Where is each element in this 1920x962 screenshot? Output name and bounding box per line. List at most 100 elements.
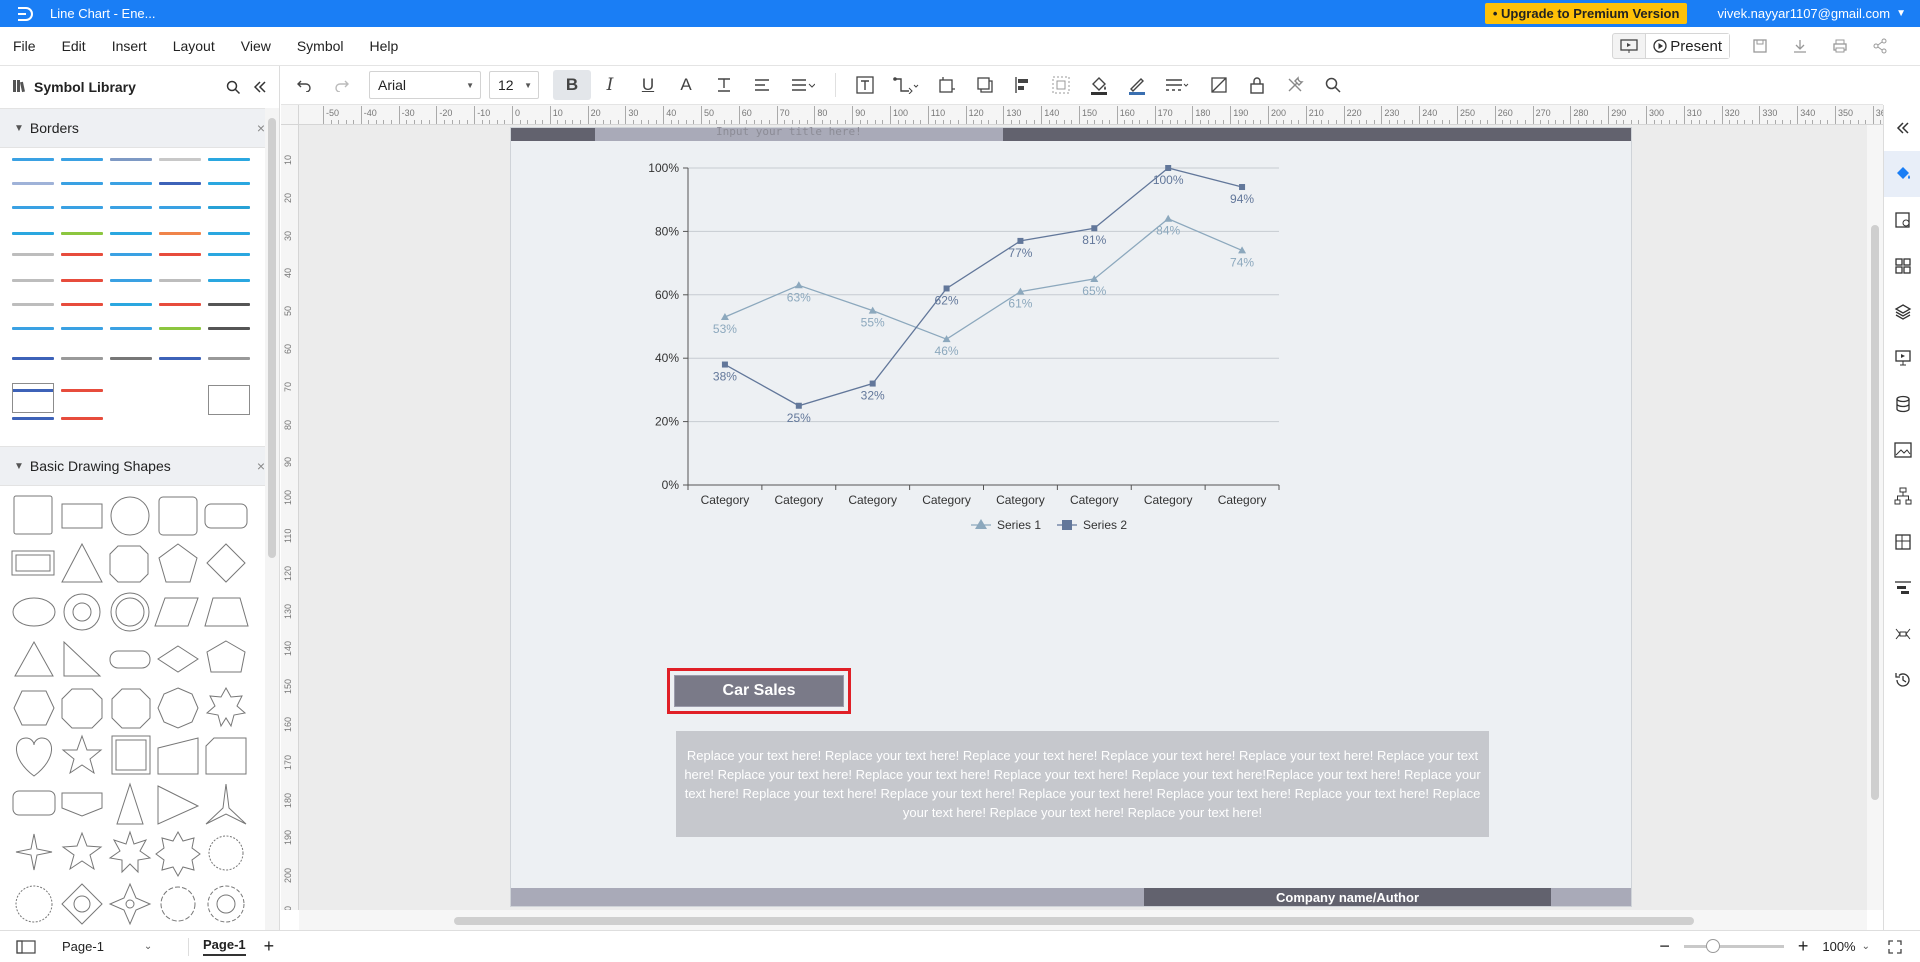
app-logo-icon[interactable] <box>10 0 40 27</box>
close-icon[interactable]: × <box>257 120 265 136</box>
italic-icon[interactable]: I <box>591 70 629 100</box>
menu-insert[interactable]: Insert <box>99 38 160 54</box>
menu-layout[interactable]: Layout <box>160 38 228 54</box>
font-color-icon[interactable]: A <box>667 70 705 100</box>
border-symbol[interactable] <box>12 357 54 360</box>
close-icon[interactable]: × <box>257 458 265 474</box>
table-icon[interactable] <box>1884 519 1920 565</box>
history-icon[interactable] <box>1884 657 1920 703</box>
border-symbol[interactable] <box>12 279 54 282</box>
border-symbol[interactable] <box>12 158 54 161</box>
download-icon[interactable] <box>1780 33 1820 59</box>
page-sheet[interactable]: Input your title here! 0% 20% 40% 60% 80% 100… <box>510 125 1633 907</box>
line-chart[interactable]: 0% 20% 40% 60% 80% 100% Category Category Catego… <box>511 128 1633 648</box>
border-symbol[interactable] <box>110 303 152 306</box>
border-symbol[interactable] <box>110 357 152 360</box>
border-symbol[interactable] <box>12 206 54 209</box>
horizontal-scrollbar[interactable] <box>299 910 1867 930</box>
vertical-scrollbar[interactable] <box>1867 125 1883 910</box>
drawing-canvas[interactable]: Input your title here! 0% 20% 40% 60% 80% 100… <box>299 125 1867 910</box>
border-symbol[interactable] <box>208 182 250 185</box>
border-symbol[interactable] <box>159 327 201 330</box>
line-style-icon[interactable] <box>1156 70 1200 100</box>
border-symbol[interactable] <box>208 327 250 330</box>
menu-help[interactable]: Help <box>357 38 412 54</box>
company-author-label[interactable]: Company name/Author <box>1144 888 1551 906</box>
border-symbol[interactable] <box>159 158 201 161</box>
body-text-box[interactable]: Replace your text here! Replace your tex… <box>676 731 1489 837</box>
border-symbol[interactable] <box>110 327 152 330</box>
border-symbol[interactable] <box>208 279 250 282</box>
border-symbol[interactable] <box>208 158 250 161</box>
border-symbol[interactable] <box>12 253 54 256</box>
org-chart-icon[interactable] <box>1884 473 1920 519</box>
page-settings-icon[interactable] <box>1884 197 1920 243</box>
zoom-in-icon[interactable]: + <box>1798 936 1809 957</box>
border-symbol[interactable] <box>12 417 54 420</box>
border-symbol[interactable] <box>159 303 201 306</box>
lock-icon[interactable] <box>1238 70 1276 100</box>
print-icon[interactable] <box>1820 33 1860 59</box>
page-selector[interactable]: Page-1 ⌄ <box>62 939 162 954</box>
border-symbol[interactable] <box>208 303 250 306</box>
menu-symbol[interactable]: Symbol <box>284 38 357 54</box>
text-box-icon[interactable] <box>846 70 884 100</box>
border-symbol[interactable] <box>61 182 103 185</box>
templates-icon[interactable] <box>1884 243 1920 289</box>
tools-icon[interactable] <box>1276 70 1314 100</box>
shadow-icon[interactable] <box>966 70 1004 100</box>
line-color-icon[interactable] <box>1118 70 1156 100</box>
font-family-select[interactable]: Arial ▼ <box>369 71 481 99</box>
user-account-menu[interactable]: vivek.nayyar1107@gmail.com <box>1717 6 1890 21</box>
border-symbol[interactable] <box>61 206 103 209</box>
border-symbol[interactable] <box>110 206 152 209</box>
zoom-out-icon[interactable]: − <box>1659 936 1670 957</box>
border-frame-symbol[interactable] <box>12 383 54 413</box>
bold-icon[interactable]: B <box>553 70 591 100</box>
border-symbol[interactable] <box>12 327 54 330</box>
connector-icon[interactable] <box>884 70 928 100</box>
border-symbol[interactable] <box>61 303 103 306</box>
font-size-select[interactable]: 12 ▼ <box>489 71 539 99</box>
border-symbol[interactable] <box>110 232 152 235</box>
sidebar-scrollbar[interactable] <box>265 108 279 930</box>
border-symbol[interactable] <box>208 253 250 256</box>
border-symbol[interactable] <box>159 253 201 256</box>
page-tab-page-1[interactable]: Page-1 <box>203 937 246 956</box>
upgrade-premium-button[interactable]: • Upgrade to Premium Version <box>1484 3 1688 24</box>
page-panel-toggle-icon[interactable] <box>16 939 36 954</box>
border-symbol[interactable] <box>61 389 103 392</box>
border-symbol[interactable] <box>208 232 250 235</box>
align-objects-icon[interactable] <box>1004 70 1042 100</box>
menu-view[interactable]: View <box>228 38 284 54</box>
border-symbol[interactable] <box>159 232 201 235</box>
group-icon[interactable] <box>1042 70 1080 100</box>
border-symbol[interactable] <box>61 279 103 282</box>
present-button[interactable]: Present <box>1645 34 1729 58</box>
border-symbol[interactable] <box>61 357 103 360</box>
data-icon[interactable] <box>1884 381 1920 427</box>
border-symbol[interactable] <box>12 303 54 306</box>
border-symbol[interactable] <box>159 206 201 209</box>
border-symbol[interactable] <box>61 417 103 420</box>
style-fill-icon[interactable] <box>1884 151 1920 197</box>
crop-icon[interactable] <box>928 70 966 100</box>
border-symbol[interactable] <box>208 206 250 209</box>
border-symbol[interactable] <box>110 253 152 256</box>
chevron-down-icon[interactable]: ▼ <box>1896 8 1906 19</box>
border-symbol[interactable] <box>159 357 201 360</box>
chevron-down-icon[interactable]: ⌄ <box>1862 941 1870 952</box>
zoom-slider[interactable] <box>1683 939 1784 953</box>
border-symbol[interactable] <box>110 182 152 185</box>
search-icon[interactable] <box>226 80 241 95</box>
menu-edit[interactable]: Edit <box>49 38 99 54</box>
section-borders[interactable]: ▼ Borders × <box>0 108 279 148</box>
car-sales-label-box[interactable]: Car Sales <box>674 675 844 707</box>
border-symbol[interactable] <box>208 357 250 360</box>
gantt-icon[interactable] <box>1884 565 1920 611</box>
border-symbol[interactable] <box>159 182 201 185</box>
text-style-icon[interactable] <box>705 70 743 100</box>
clear-format-icon[interactable] <box>1200 70 1238 100</box>
border-frame-symbol[interactable] <box>208 385 250 415</box>
collapse-panel-icon[interactable] <box>253 80 267 94</box>
